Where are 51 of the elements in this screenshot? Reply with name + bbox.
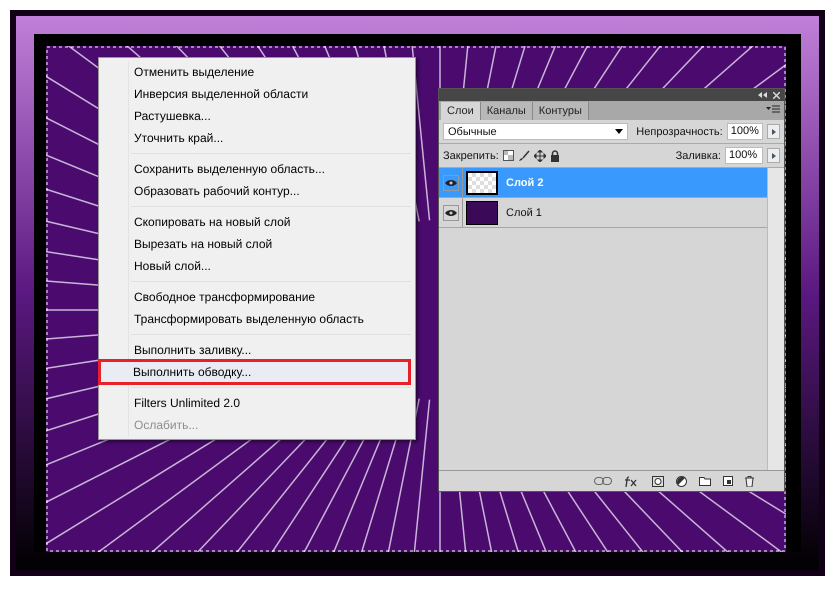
opacity-field[interactable]: 100% (726, 123, 764, 140)
move-icon[interactable] (534, 150, 546, 162)
menu-item[interactable]: Новый слой... (101, 255, 413, 277)
menu-item[interactable]: Выполнить заливку... (101, 339, 413, 361)
caret-icon (615, 129, 624, 134)
menu-item[interactable]: Filters Unlimited 2.0 (101, 392, 413, 414)
fill-label: Заливка: (676, 150, 721, 162)
layer-name: Слой 1 (506, 206, 542, 218)
caret-icon (772, 152, 776, 158)
new-layer-icon[interactable] (723, 476, 733, 486)
fill-stepper[interactable] (767, 148, 780, 163)
checkerboard-icon[interactable] (502, 150, 514, 161)
lock-label: Закрепить: (443, 150, 499, 162)
layer-name: Слой 2 (506, 176, 544, 188)
opacity-label: Непрозрачность: (636, 126, 723, 138)
panel-tab[interactable]: Контуры (532, 102, 589, 120)
menu-item[interactable]: Выполнить обводку... (100, 361, 409, 383)
menu-item[interactable]: Растушевка... (101, 105, 413, 127)
scrollbar[interactable] (767, 168, 784, 470)
menu-item[interactable]: Свободное трансформирование (101, 286, 413, 308)
menu-item[interactable]: Вырезать на новый слой (101, 233, 413, 255)
menu-item[interactable]: Отменить выделение (101, 61, 413, 83)
opacity-stepper[interactable] (767, 124, 780, 139)
image-thumbnail (466, 200, 498, 224)
panel-tab[interactable]: Каналы (480, 102, 533, 120)
fill-field[interactable]: 100% (725, 147, 763, 164)
half-circle-icon[interactable] (676, 476, 687, 486)
visibility-toggle[interactable] (442, 174, 458, 190)
caret-icon (772, 128, 776, 134)
menu-item[interactable]: Скопировать на новый слой (101, 211, 413, 233)
menu-item[interactable]: Уточнить край... (101, 127, 413, 149)
transparent-thumbnail (466, 170, 498, 194)
eye-icon (444, 208, 456, 216)
folder-icon[interactable] (699, 476, 711, 486)
menu-item[interactable]: Сохранить выделенную область... (101, 158, 413, 180)
menu-item[interactable]: Трансформировать выделенную область (101, 308, 413, 330)
blend-mode-dropdown[interactable]: Обычные (443, 123, 628, 140)
trash-icon[interactable] (745, 476, 754, 486)
menu-item[interactable]: Образовать рабочий контур... (101, 180, 413, 202)
eye-icon (444, 178, 456, 186)
collapse-icon[interactable] (758, 92, 767, 98)
link-icon[interactable] (594, 477, 612, 485)
visibility-toggle[interactable] (442, 204, 458, 220)
menu-item[interactable]: Инверсия выделенной области (101, 83, 413, 105)
close-icon[interactable] (773, 92, 780, 98)
menu-icon[interactable] (766, 105, 780, 113)
panel-tab[interactable]: Слои (441, 102, 481, 120)
lock-icon[interactable] (550, 150, 560, 162)
brush-icon[interactable] (518, 150, 530, 162)
mask-icon[interactable] (652, 476, 664, 486)
layer-row[interactable]: Слой 1 (439, 198, 767, 228)
